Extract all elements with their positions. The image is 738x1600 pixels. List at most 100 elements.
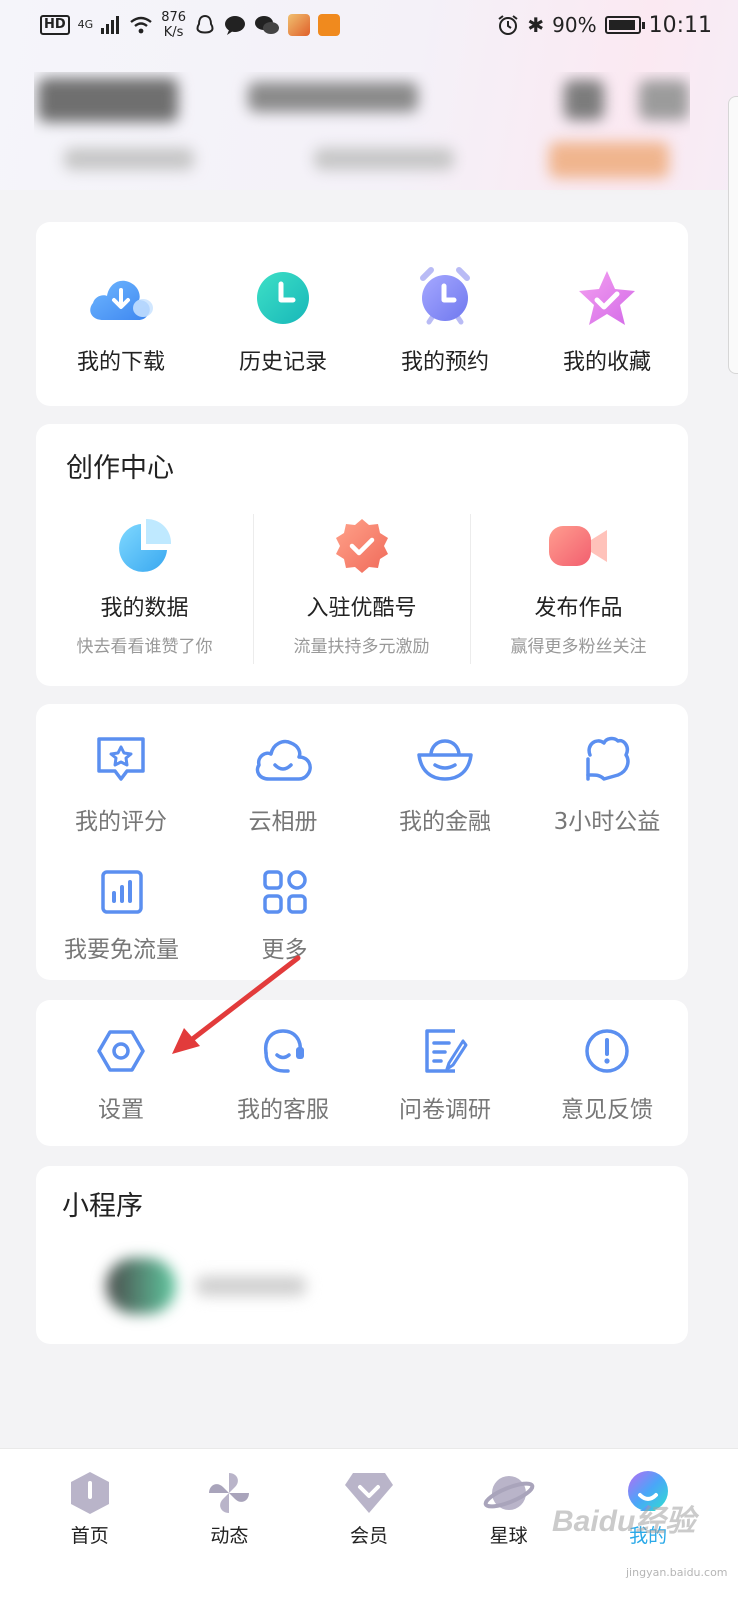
nav-label: 动态 — [210, 1525, 249, 1547]
watermark: Baidu经验 — [552, 1505, 696, 1538]
profile-header[interactable] — [34, 72, 690, 196]
nav-label: 首页 — [70, 1525, 109, 1547]
mini-program-name-blurred — [196, 1276, 306, 1296]
service-label: 我的评分 — [75, 809, 167, 835]
scroll-indicator[interactable] — [728, 96, 738, 374]
battery-icon — [604, 16, 645, 34]
profile-icon-blurred[interactable] — [564, 80, 604, 120]
hd-indicator: HD — [40, 15, 70, 35]
service-label: 3小时公益 — [553, 809, 661, 835]
download-cloud-icon — [85, 262, 157, 334]
home-icon — [70, 1472, 109, 1514]
quick-actions-card: 我的下载 历史记录 我的预约 我的收藏 — [36, 222, 688, 406]
message-icon — [225, 16, 246, 35]
quick-action-history[interactable]: 历史记录 — [202, 262, 364, 376]
support-label: 问卷调研 — [399, 1097, 491, 1123]
service-cloud-album[interactable]: 云相册 — [202, 728, 364, 836]
creation-label: 我的数据 — [100, 596, 189, 621]
video-camera-icon — [543, 514, 615, 578]
creation-label: 发布作品 — [534, 596, 623, 621]
speed-value: 876 — [161, 10, 187, 25]
planet-icon — [483, 1476, 534, 1510]
alarm-clock-icon — [409, 262, 481, 334]
star-check-icon — [571, 262, 643, 334]
clock-icon — [247, 262, 319, 334]
creation-subtitle: 快去看看谁赞了你 — [76, 637, 213, 657]
badge-check-icon — [326, 514, 398, 578]
section-title: 创作中心 — [66, 453, 174, 484]
creation-publish[interactable]: 发布作品 赢得更多粉丝关注 — [470, 514, 687, 664]
bluetooth-icon: ✱ — [527, 13, 545, 37]
qq-icon — [196, 14, 214, 34]
cloud-smile-icon — [247, 728, 319, 792]
data-chart-icon — [86, 864, 158, 920]
service-more[interactable]: 更多 — [203, 864, 366, 964]
nav-vip[interactable]: 会员 — [309, 1469, 429, 1600]
support-label: 意见反馈 — [561, 1097, 653, 1123]
support-card: 设置 我的客服 问卷调研 意见反馈 — [36, 1000, 688, 1146]
service-my-rating[interactable]: 我的评分 — [40, 728, 202, 836]
profile-icon-blurred[interactable] — [639, 80, 689, 120]
gold-ingot-icon — [409, 728, 481, 792]
support-survey[interactable]: 问卷调研 — [364, 1022, 526, 1124]
creation-join-youku[interactable]: 入驻优酷号 流量扶持多元激励 — [253, 514, 470, 664]
clock-time: 10:11 — [648, 12, 712, 38]
quick-action-download[interactable]: 我的下载 — [40, 262, 202, 376]
creation-subtitle: 流量扶持多元激励 — [293, 637, 430, 657]
service-my-finance[interactable]: 我的金融 — [364, 728, 526, 836]
quick-action-label: 我的下载 — [76, 350, 165, 375]
nav-planet[interactable]: 星球 — [449, 1469, 569, 1600]
quick-action-label: 我的预约 — [400, 350, 489, 375]
profile-stats-blurred — [314, 148, 454, 170]
charity-heart-icon — [571, 728, 643, 792]
grid-more-icon — [249, 864, 321, 920]
app-notification-icon — [318, 14, 341, 36]
settings-hexagon-icon — [85, 1022, 157, 1080]
service-charity[interactable]: 3小时公益 — [526, 728, 688, 836]
mini-programs-card: 小程序 — [36, 1166, 688, 1344]
quick-action-label: 我的收藏 — [562, 350, 651, 375]
survey-edit-icon — [409, 1022, 481, 1080]
watermark-url: jingyan.baidu.com — [626, 1566, 728, 1579]
signal-icon — [101, 16, 120, 34]
network-indicator: 4G — [77, 18, 94, 31]
nav-label: 会员 — [349, 1525, 388, 1547]
nav-home[interactable]: 首页 — [30, 1469, 150, 1600]
mini-program-item-blurred[interactable] — [106, 1258, 176, 1314]
services-card: 我的评分 云相册 我的金融 3小时公益 我要免流量 更多 — [36, 704, 688, 980]
support-label: 我的客服 — [237, 1097, 329, 1123]
quick-action-label: 历史记录 — [238, 350, 327, 375]
pie-chart-icon — [109, 514, 181, 578]
app-notification-icon — [288, 14, 311, 36]
wechat-icon — [255, 16, 280, 34]
service-label: 我的金融 — [399, 809, 491, 835]
battery-percent: 90% — [552, 13, 597, 37]
creation-my-data[interactable]: 我的数据 快去看看谁赞了你 — [36, 514, 253, 657]
nav-feed[interactable]: 动态 — [169, 1469, 289, 1600]
username-blurred — [248, 82, 418, 112]
quick-action-favorites[interactable]: 我的收藏 — [526, 262, 688, 376]
support-label: 设置 — [98, 1097, 144, 1123]
avatar[interactable] — [38, 78, 178, 122]
creation-center-card: 创作中心 我的数据 快去看看谁赞了你 入驻优酷号 流量扶持多元激励 发布作品 赢… — [36, 424, 688, 686]
wifi-icon — [130, 16, 152, 34]
vip-diamond-icon — [344, 1473, 393, 1513]
support-feedback[interactable]: 意见反馈 — [526, 1022, 688, 1124]
profile-stats-blurred — [64, 148, 194, 170]
pinwheel-icon — [209, 1473, 250, 1513]
creation-subtitle: 赢得更多粉丝关注 — [510, 637, 647, 657]
service-free-data[interactable]: 我要免流量 — [40, 864, 203, 964]
speed-unit: K/s — [163, 25, 184, 40]
section-title: 小程序 — [62, 1191, 143, 1222]
quick-action-reservation[interactable]: 我的预约 — [364, 262, 526, 376]
rating-message-icon — [85, 728, 157, 792]
status-bar: HD 4G 876 K/s ✱ 90% 10:11 — [0, 0, 738, 50]
network-speed: 876 K/s — [161, 10, 186, 40]
creation-label: 入驻优酷号 — [306, 596, 417, 621]
alarm-icon — [498, 15, 518, 35]
nav-label: 星球 — [489, 1525, 528, 1547]
vip-button-blurred[interactable] — [549, 142, 669, 178]
annotation-arrow — [172, 955, 301, 1054]
feedback-alert-icon — [571, 1022, 643, 1080]
service-label: 云相册 — [248, 809, 318, 835]
